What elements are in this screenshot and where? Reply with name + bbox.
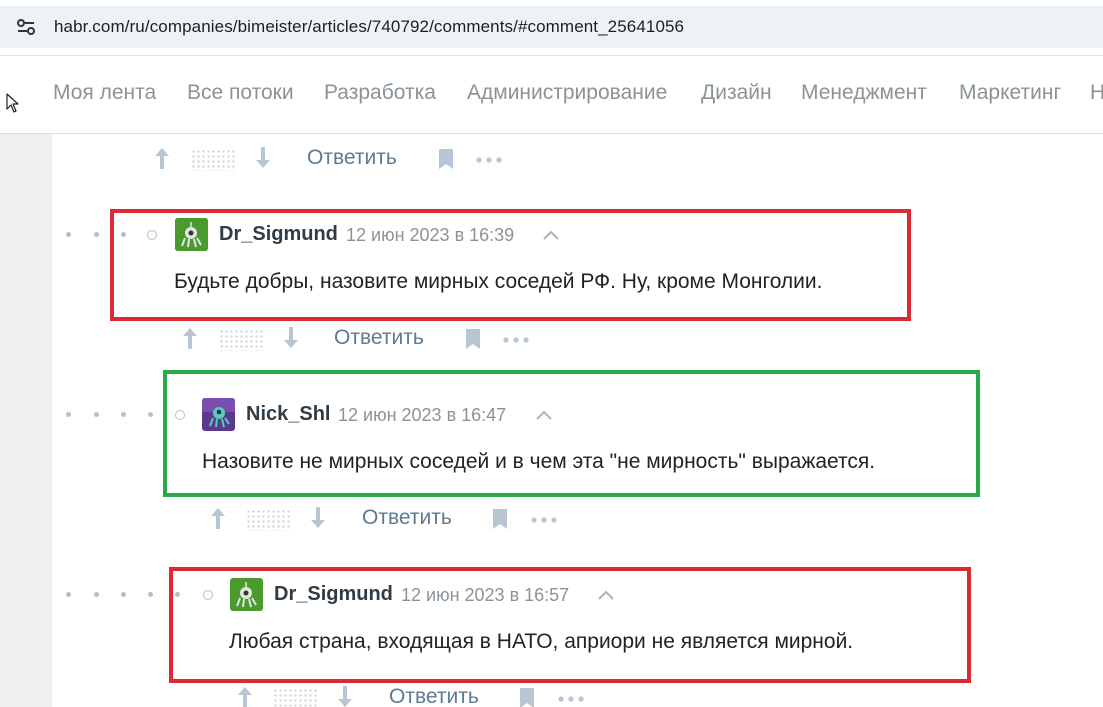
nav-item-my-feed[interactable]: Моя лента	[53, 81, 156, 105]
collapse-chevron-up-icon[interactable]	[542, 230, 560, 240]
score-placeholder	[273, 688, 317, 707]
reply-link[interactable]: Ответить	[389, 685, 479, 707]
comment-date[interactable]: 12 июн 2023 в 16:47	[338, 405, 506, 426]
nav-item-all-streams[interactable]: Все потоки	[187, 81, 294, 105]
comment-actions: Ответить	[152, 145, 512, 175]
comment-date[interactable]: 12 июн 2023 в 16:57	[401, 585, 569, 606]
comment-date[interactable]: 12 июн 2023 в 16:39	[346, 225, 514, 246]
score-placeholder	[219, 329, 263, 351]
comment-author[interactable]: Nick_Shl	[246, 403, 330, 426]
nav-item-design[interactable]: Дизайн	[701, 81, 772, 105]
reply-link[interactable]: Ответить	[362, 506, 452, 530]
site-info-icon[interactable]	[16, 18, 36, 36]
vote-down-icon[interactable]	[281, 325, 301, 351]
avatar-robot-icon	[175, 218, 208, 251]
bookmark-icon[interactable]	[436, 147, 456, 171]
reply-link[interactable]: Ответить	[334, 326, 424, 350]
vote-down-icon[interactable]	[335, 684, 355, 707]
bookmark-icon[interactable]	[463, 327, 483, 351]
comment-actions: Ответить	[235, 684, 595, 707]
comment-actions: Ответить	[208, 505, 568, 535]
avatar-robot-icon	[230, 578, 263, 611]
vote-down-icon[interactable]	[308, 505, 328, 531]
address-bar[interactable]: habr.com/ru/companies/bimeister/articles…	[0, 6, 1103, 48]
vote-up-icon[interactable]	[235, 684, 255, 707]
vote-down-icon[interactable]	[253, 145, 273, 171]
main-nav: Моя лента Все потоки Разработка Админист…	[0, 57, 1103, 134]
comment-author[interactable]: Dr_Sigmund	[219, 223, 338, 246]
bookmark-icon[interactable]	[490, 507, 510, 531]
vote-up-icon[interactable]	[152, 145, 172, 171]
more-icon[interactable]	[531, 517, 557, 523]
nav-item-administration[interactable]: Администрирование	[467, 81, 667, 105]
comment-text: Назовите не мирных соседей и в чем эта "…	[202, 450, 876, 473]
collapse-chevron-up-icon[interactable]	[535, 410, 553, 420]
nav-item-development[interactable]: Разработка	[324, 81, 436, 105]
left-gutter	[0, 134, 52, 707]
mouse-cursor-icon	[6, 93, 19, 113]
nav-item-marketing[interactable]: Маркетинг	[959, 81, 1061, 105]
bookmark-icon[interactable]	[517, 686, 537, 707]
score-placeholder	[246, 509, 290, 531]
comment-text: Будьте добры, назовите мирных соседей РФ…	[174, 270, 823, 293]
more-icon[interactable]	[503, 337, 529, 343]
comment-text: Любая страна, входящая в НАТО, априори н…	[229, 630, 854, 653]
nav-item-management[interactable]: Менеджмент	[801, 81, 927, 105]
comment-author[interactable]: Dr_Sigmund	[274, 583, 393, 606]
collapse-chevron-up-icon[interactable]	[597, 590, 615, 600]
nav-item-next[interactable]: Н	[1090, 81, 1103, 105]
avatar[interactable]	[175, 218, 208, 251]
avatar[interactable]	[230, 578, 263, 611]
avatar-creature-icon	[202, 398, 235, 431]
avatar[interactable]	[202, 398, 235, 431]
url-text[interactable]: habr.com/ru/companies/bimeister/articles…	[54, 17, 684, 37]
vote-up-icon[interactable]	[208, 505, 228, 531]
score-placeholder	[191, 149, 235, 171]
vote-up-icon[interactable]	[180, 325, 200, 351]
more-icon[interactable]	[476, 157, 502, 163]
more-icon[interactable]	[558, 696, 584, 702]
comment-actions: Ответить	[180, 325, 540, 355]
reply-link[interactable]: Ответить	[307, 146, 397, 170]
browser-toolbar: habr.com/ru/companies/bimeister/articles…	[0, 0, 1103, 56]
comment-highlight-box	[163, 370, 980, 497]
